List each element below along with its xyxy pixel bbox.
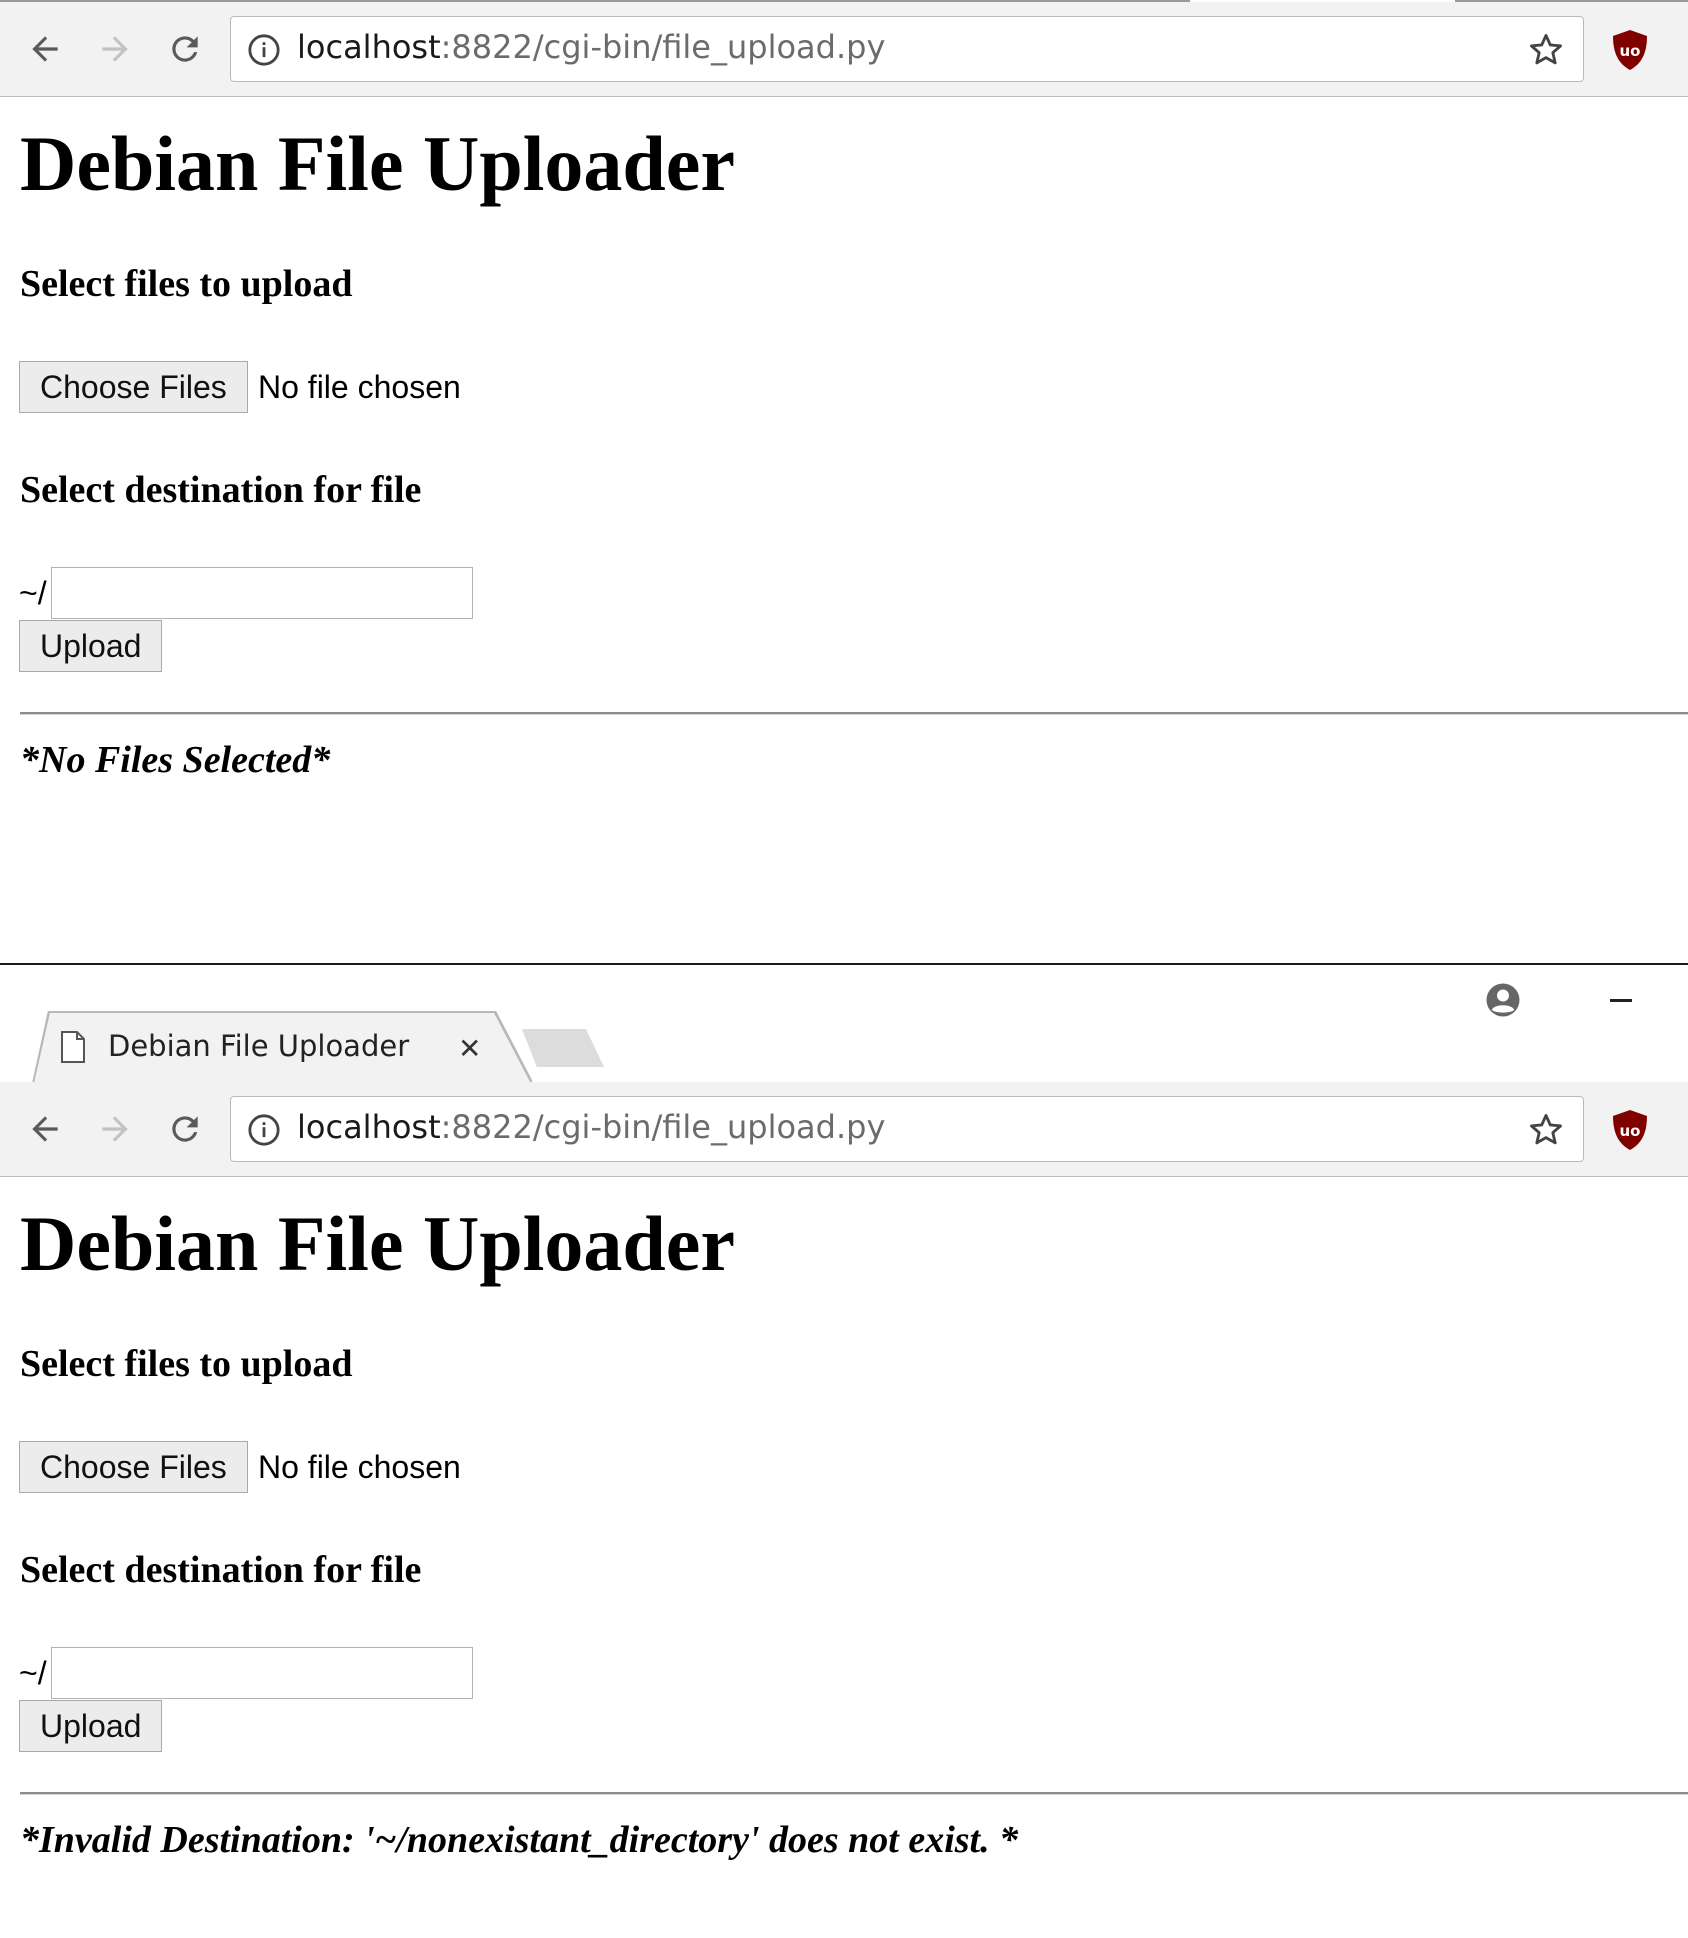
url-path: :8822/cgi-bin/file_upload.py bbox=[440, 28, 886, 66]
upload-button[interactable]: Upload bbox=[19, 620, 163, 672]
url-text: localhost:8822/cgi-bin/file_upload.py bbox=[297, 1108, 885, 1146]
star-icon[interactable] bbox=[1527, 31, 1565, 69]
new-tab-button[interactable] bbox=[522, 1029, 604, 1067]
destination-prefix: ~/ bbox=[19, 575, 47, 611]
browser-toolbar: localhost:8822/cgi-bin/file_upload.py uo bbox=[0, 2, 1688, 97]
back-arrow-icon[interactable] bbox=[26, 30, 64, 68]
no-file-chosen-text: No file chosen bbox=[258, 1449, 461, 1485]
destination-label: Select destination for file bbox=[20, 469, 422, 511]
horizontal-rule bbox=[20, 712, 1688, 715]
upload-button[interactable]: Upload bbox=[19, 1700, 163, 1752]
ublock-icon[interactable]: uo bbox=[1610, 28, 1650, 72]
ublock-icon[interactable]: uo bbox=[1610, 1108, 1650, 1152]
url-path: :8822/cgi-bin/file_upload.py bbox=[440, 1108, 886, 1146]
profile-icon[interactable] bbox=[1485, 982, 1521, 1018]
destination-input[interactable] bbox=[51, 1647, 473, 1699]
url-host: localhost bbox=[297, 1108, 441, 1146]
back-arrow-icon[interactable] bbox=[26, 1110, 64, 1148]
horizontal-rule bbox=[20, 1792, 1688, 1795]
status-message: *No Files Selected* bbox=[20, 739, 331, 781]
url-host: localhost bbox=[297, 28, 441, 66]
choose-files-button[interactable]: Choose Files bbox=[19, 361, 248, 413]
browser-window-2: Debian File Uploader ✕ localhost:8822/cg… bbox=[0, 965, 1688, 1938]
svg-text:uo: uo bbox=[1620, 1122, 1641, 1140]
page-title: Debian File Uploader bbox=[20, 120, 735, 207]
destination-label: Select destination for file bbox=[20, 1549, 422, 1591]
forward-arrow-icon[interactable] bbox=[96, 1110, 134, 1148]
close-icon[interactable]: ✕ bbox=[458, 1035, 481, 1063]
browser-window-1: localhost:8822/cgi-bin/file_upload.py uo… bbox=[0, 0, 1688, 965]
address-bar[interactable]: localhost:8822/cgi-bin/file_upload.py bbox=[230, 1096, 1584, 1162]
no-file-chosen-text: No file chosen bbox=[258, 369, 461, 405]
destination-prefix: ~/ bbox=[19, 1655, 47, 1691]
forward-arrow-icon[interactable] bbox=[96, 30, 134, 68]
document-icon bbox=[61, 1031, 85, 1063]
status-message: *Invalid Destination: '~/nonexistant_dir… bbox=[20, 1819, 1019, 1861]
browser-toolbar: localhost:8822/cgi-bin/file_upload.py uo bbox=[0, 1082, 1688, 1177]
reload-icon[interactable] bbox=[166, 1110, 204, 1148]
select-files-label: Select files to upload bbox=[20, 1343, 353, 1385]
address-bar[interactable]: localhost:8822/cgi-bin/file_upload.py bbox=[230, 16, 1584, 82]
destination-input[interactable] bbox=[51, 567, 473, 619]
select-files-label: Select files to upload bbox=[20, 263, 353, 305]
star-icon[interactable] bbox=[1527, 1111, 1565, 1149]
page-title: Debian File Uploader bbox=[20, 1200, 735, 1287]
info-icon[interactable] bbox=[247, 1113, 281, 1147]
info-icon[interactable] bbox=[247, 33, 281, 67]
svg-text:uo: uo bbox=[1620, 42, 1641, 60]
url-text: localhost:8822/cgi-bin/file_upload.py bbox=[297, 28, 885, 66]
choose-files-button[interactable]: Choose Files bbox=[19, 1441, 248, 1493]
tab-title: Debian File Uploader bbox=[108, 1029, 410, 1063]
tabstrip: Debian File Uploader ✕ bbox=[0, 965, 1688, 1082]
minimize-button[interactable] bbox=[1610, 999, 1632, 1002]
reload-icon[interactable] bbox=[166, 30, 204, 68]
